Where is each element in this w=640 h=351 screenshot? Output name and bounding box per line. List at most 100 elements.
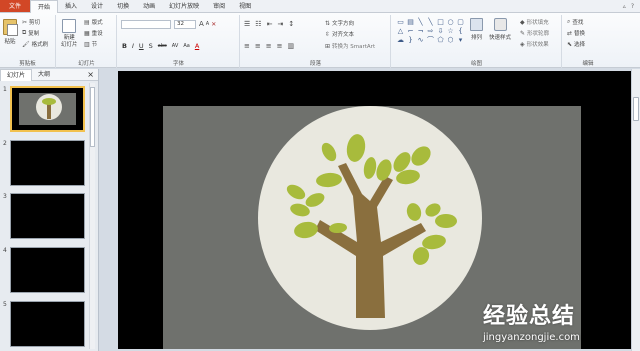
triangle-shape-icon[interactable]: △	[396, 27, 405, 35]
copy-button[interactable]: ⧉ 复制	[22, 29, 39, 37]
elbow-shape-icon[interactable]: ⌐	[406, 27, 415, 35]
align-left-icon[interactable]: ≡	[244, 42, 250, 50]
font-size-box[interactable]: 32	[174, 20, 196, 29]
italic-button[interactable]: I	[132, 42, 134, 50]
cloud-shape-icon[interactable]: ☁	[396, 36, 405, 44]
clear-format-icon[interactable]: ✕	[211, 21, 216, 28]
align-center-icon[interactable]: ≡	[255, 42, 261, 50]
find-button[interactable]: ⌕ 查找	[567, 18, 583, 26]
pentagon-shape-icon[interactable]: ⬠	[436, 36, 445, 44]
tab-view[interactable]: 视图	[232, 0, 258, 12]
align-text-button[interactable]: ⇳ 对齐文本	[325, 30, 354, 39]
rectangle-shape-icon[interactable]: □	[436, 18, 445, 26]
line-shape-icon[interactable]: ╲	[416, 18, 425, 26]
close-icon[interactable]: ×	[87, 70, 94, 79]
shadow-button[interactable]: S	[149, 42, 153, 50]
pane-tab-slides[interactable]: 幻灯片	[0, 68, 33, 81]
hexagon-shape-icon[interactable]: ⬡	[446, 36, 455, 44]
smartart-icon: ⊞	[325, 42, 331, 50]
watermark: 经验总结 jingyanzongjie.com	[483, 298, 639, 348]
layout-icon: ▤	[84, 18, 90, 26]
reset-button[interactable]: ▦ 重设	[84, 29, 103, 38]
select-button[interactable]: ⬉ 选择	[567, 40, 585, 49]
tab-transitions[interactable]: 切换	[110, 0, 136, 12]
shape-effects-button[interactable]: ◈ 形状效果	[520, 40, 549, 49]
tab-insert[interactable]: 插入	[58, 0, 84, 12]
arrow-shape-icon[interactable]: ⇨	[426, 27, 435, 35]
columns-icon[interactable]: ▥	[288, 42, 295, 50]
arc-shape-icon[interactable]: ⌒	[426, 36, 435, 44]
arrow-shape-icon[interactable]: ⇩	[436, 27, 445, 35]
bullets-icon[interactable]: ☰	[244, 20, 250, 28]
ribbon-minimize-icon[interactable]: ▵	[623, 3, 626, 10]
wave-shape-icon[interactable]: ∿	[416, 36, 425, 44]
brace-shape-icon[interactable]: {	[456, 27, 465, 35]
grow-font-icon[interactable]: A	[199, 20, 204, 28]
format-painter-button[interactable]: 🖌 格式刷	[22, 40, 48, 49]
font-grow-shrink[interactable]: A A ✕	[199, 20, 216, 28]
thumb-leaves	[42, 98, 56, 105]
outline-pen-icon: ✎	[520, 29, 526, 37]
slide-thumbnail-2[interactable]	[10, 140, 85, 186]
section-button[interactable]: ▥ 节	[84, 40, 97, 49]
text-direction-button[interactable]: ⇅ 文字方向	[325, 19, 354, 28]
tab-design[interactable]: 设计	[84, 0, 110, 12]
shapes-gallery[interactable]: ▭ ▤ ╲ ╲ □ ○ ▢ △ ⌐ ¬ ⇨ ⇩ ☆{ ☁} ∿ ⌒ ⬠ ⬡ ▾	[396, 18, 464, 44]
oval-shape-icon[interactable]: ○	[446, 18, 455, 26]
rounded-rect-shape-icon[interactable]: ▢	[456, 18, 465, 26]
arrange-button[interactable]: 排列	[470, 18, 483, 41]
align-right-icon[interactable]: ≡	[266, 42, 272, 50]
decrease-indent-icon[interactable]: ⇤	[267, 20, 273, 28]
text-direction-icon: ⇅	[325, 19, 331, 27]
font-name-box[interactable]	[121, 20, 171, 29]
quick-styles-button[interactable]: 快速样式	[489, 18, 511, 41]
shrink-font-icon[interactable]: A	[206, 21, 209, 27]
char-spacing-button[interactable]: AV	[172, 43, 179, 49]
slide-number: 4	[3, 247, 7, 254]
underline-button[interactable]: U	[139, 42, 144, 50]
line-spacing-icon[interactable]: ↕	[288, 20, 294, 28]
textbox-shape-icon[interactable]: ▤	[406, 18, 415, 26]
slide-number: 5	[3, 301, 7, 308]
font-group: 32 A A ✕ B I U S abc AV Aa A 字体	[118, 15, 240, 68]
smartart-button[interactable]: ⊞ 转换为 SmartArt	[325, 42, 375, 51]
strikethrough-button[interactable]: abc	[158, 43, 167, 49]
change-case-button[interactable]: Aa	[183, 43, 189, 49]
more-shapes-icon[interactable]: ▾	[456, 36, 465, 44]
thumbnail-scrollbar[interactable]	[89, 83, 95, 349]
ribbon: 粘贴 ✂ 剪切 ⧉ 复制 🖌 格式刷 剪贴板 新建 幻灯片 ▤ 版式 ▦ 重设 ▥ 节 幻灯…	[0, 13, 640, 68]
paste-button[interactable]: 粘贴	[3, 19, 18, 45]
textbox-shape-icon[interactable]: ▭	[396, 18, 405, 26]
slide-thumbnail-1[interactable]	[10, 86, 85, 132]
scrollbar-thumb[interactable]	[633, 97, 639, 121]
replace-button[interactable]: ⇄ 替换	[567, 29, 585, 38]
bold-button[interactable]: B	[122, 42, 127, 50]
arrange-icon	[470, 18, 483, 31]
tab-animations[interactable]: 动画	[136, 0, 162, 12]
tab-slideshow[interactable]: 幻灯片放映	[162, 0, 206, 12]
layout-button[interactable]: ▤ 版式	[84, 18, 103, 27]
slide-thumbnail-3[interactable]	[10, 193, 85, 239]
tab-home[interactable]: 开始	[30, 0, 59, 14]
shape-outline-button[interactable]: ✎ 形状轮廓	[520, 29, 549, 38]
binoculars-icon: ⌕	[567, 18, 571, 25]
new-slide-button[interactable]: 新建 幻灯片	[61, 19, 78, 49]
font-color-button[interactable]: A	[195, 42, 199, 50]
slide-thumbnail-4[interactable]	[10, 247, 85, 293]
scrollbar-thumb[interactable]	[90, 87, 95, 147]
star-shape-icon[interactable]: ☆	[446, 27, 455, 35]
line-shape-icon[interactable]: ╲	[426, 18, 435, 26]
justify-icon[interactable]: ≡	[277, 42, 283, 50]
slide-thumbnail-5[interactable]	[10, 301, 85, 347]
tab-file[interactable]: 文件	[0, 0, 31, 12]
increase-indent-icon[interactable]: ⇥	[277, 20, 283, 28]
elbow-shape-icon[interactable]: ¬	[416, 27, 425, 35]
numbering-icon[interactable]: ☷	[255, 20, 261, 28]
brace-shape-icon[interactable]: }	[406, 36, 415, 44]
help-icon[interactable]: ?	[631, 3, 634, 10]
tab-review[interactable]: 审阅	[206, 0, 232, 12]
drawing-group: ▭ ▤ ╲ ╲ □ ○ ▢ △ ⌐ ¬ ⇨ ⇩ ☆{ ☁} ∿ ⌒ ⬠ ⬡ ▾ 排列 快速样式 ◆ 形状填充 ✎ 形…	[392, 15, 562, 68]
shape-fill-button[interactable]: ◆ 形状填充	[520, 18, 549, 27]
cut-button[interactable]: ✂ 剪切	[22, 18, 40, 27]
pane-tab-outline[interactable]: 大纲	[32, 69, 56, 80]
